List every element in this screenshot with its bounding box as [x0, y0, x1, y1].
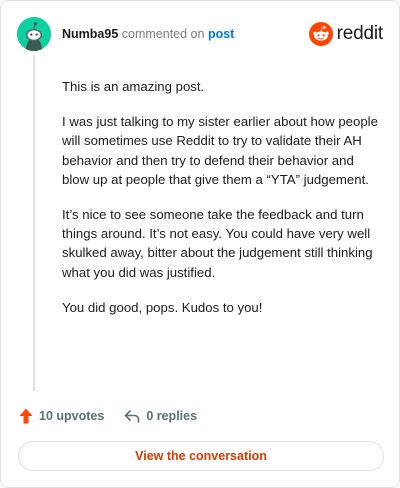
upvote-arrow-icon	[19, 408, 33, 424]
replies-count: 0 replies	[146, 409, 198, 423]
reply-arrow-icon	[125, 410, 140, 423]
brand-wordmark: reddit	[336, 23, 384, 44]
comment-body: This is an amazing post. I was just talk…	[62, 77, 382, 333]
snoo-avatar-icon[interactable]	[17, 17, 51, 51]
comment-paragraph: It’s nice to see someone take the feedba…	[62, 207, 373, 280]
comment-paragraph: This is an amazing post.	[62, 79, 205, 94]
comment-paragraph: I was just talking to my sister earlier …	[62, 114, 378, 187]
reddit-logo[interactable]: reddit	[308, 20, 384, 48]
upvotes-button[interactable]: 10 upvotes	[19, 408, 104, 424]
comment-meta: Numba95 commented on post	[62, 27, 234, 41]
comment-paragraph: You did good, pops. Kudos to you!	[62, 299, 263, 315]
thread-line	[33, 55, 35, 391]
post-link[interactable]: post	[208, 27, 234, 41]
reddit-snoo-icon	[308, 22, 333, 46]
upvotes-count: 10 upvotes	[39, 409, 105, 423]
view-conversation-button[interactable]: View the conversation	[18, 441, 384, 471]
username-link[interactable]: Numba95	[62, 27, 118, 41]
comment-header: Numba95 commented on post reddit	[17, 16, 383, 52]
comment-actions: 10 upvotes 0 replies	[19, 406, 197, 426]
replies-button[interactable]: 0 replies	[124, 409, 197, 423]
comment-embed-card: Numba95 commented on post reddit This is…	[0, 0, 400, 488]
commented-on-text: commented on	[121, 27, 205, 41]
